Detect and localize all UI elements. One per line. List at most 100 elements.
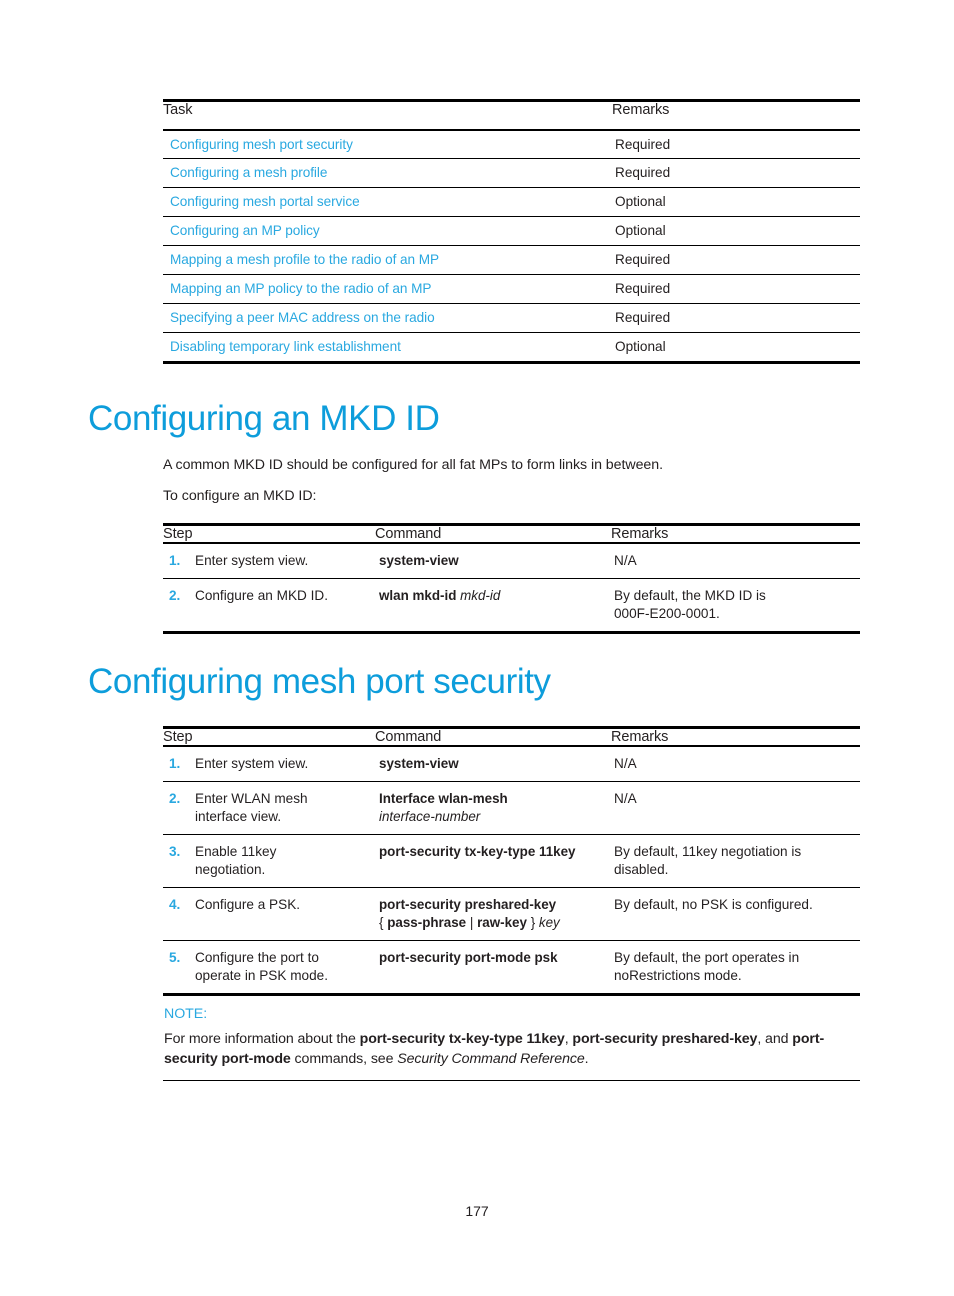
remarks-cell: By default, 11key negotiation is disable… bbox=[611, 835, 860, 888]
command-bold: Interface wlan-mesh bbox=[379, 791, 508, 807]
remarks-line: By default, the port operates in bbox=[614, 950, 800, 966]
paragraph-mkd-intro: A common MKD ID should be configured for… bbox=[163, 457, 663, 473]
command-parameter: mkd-id bbox=[460, 588, 501, 604]
task-link[interactable]: Configuring an MP policy bbox=[163, 217, 612, 246]
note-text-segment: , and bbox=[757, 1031, 793, 1047]
command-bold: wlan mkd-id bbox=[379, 588, 457, 604]
step-description: 3. Enable 11key negotiation. bbox=[163, 835, 375, 888]
command-cell: wlan mkd-id mkd-id bbox=[375, 579, 611, 633]
remarks-line: disabled. bbox=[614, 862, 669, 878]
note-text-segment: commands, see bbox=[290, 1051, 398, 1068]
table-row: Disabling temporary link establishment O… bbox=[163, 333, 860, 363]
step-number: 4. bbox=[169, 897, 181, 913]
column-header-step: Step bbox=[163, 729, 193, 745]
step-line: operate in PSK mode. bbox=[195, 968, 328, 984]
command-bold: port-security tx-key-type 11key bbox=[379, 844, 576, 860]
task-link[interactable]: Configuring mesh port security bbox=[163, 130, 612, 159]
step-number: 3. bbox=[169, 844, 181, 860]
note-command-2: port-security preshared-key bbox=[572, 1031, 758, 1047]
table-row: 2. Configure an MKD ID. wlan mkd-id mkd-i… bbox=[163, 579, 860, 633]
table-row: Configuring an MP policy Optional bbox=[163, 217, 860, 246]
task-link[interactable]: Configuring mesh portal service bbox=[163, 188, 612, 217]
remarks-cell: N/A bbox=[614, 791, 637, 807]
note-text-segment: . bbox=[584, 1051, 589, 1068]
step-text: Configure a PSK. bbox=[195, 897, 301, 913]
task-remarks: Required bbox=[615, 310, 671, 326]
table-header-row: Step Command Remarks bbox=[163, 524, 860, 543]
command-cell: port-security port-mode psk bbox=[375, 941, 611, 995]
step-text: Configure an MKD ID. bbox=[195, 588, 328, 604]
command-brace-open: { bbox=[379, 915, 384, 931]
step-number: 1. bbox=[169, 553, 181, 568]
table-row: 5. Configure the port to operate in PSK mo… bbox=[163, 941, 860, 995]
step-text: Enable 11key negotiation. bbox=[195, 843, 363, 879]
remarks-line: By default, 11key negotiation is bbox=[614, 844, 802, 860]
page-number: 177 bbox=[465, 1203, 489, 1219]
command-cell: port-security preshared-key { pass-phras… bbox=[375, 888, 611, 941]
table-row: Configuring mesh port security Required bbox=[163, 130, 860, 159]
task-remarks: Optional bbox=[615, 223, 666, 239]
column-header-remarks: Remarks bbox=[612, 102, 670, 118]
task-link[interactable]: Mapping an MP policy to the radio of an … bbox=[163, 275, 612, 304]
note-label: NOTE: bbox=[164, 1006, 208, 1022]
step-description: 1. Enter system view. bbox=[163, 746, 375, 782]
task-remarks: Required bbox=[615, 252, 671, 268]
command-cell: system-view bbox=[375, 746, 611, 782]
note-command-1: port-security tx-key-type 11key bbox=[359, 1031, 565, 1047]
table-row: Configuring a mesh profile Required bbox=[163, 159, 860, 188]
step-description: 2. Configure an MKD ID. bbox=[163, 579, 375, 633]
task-link[interactable]: Specifying a peer MAC address on the rad… bbox=[163, 304, 612, 333]
task-overview-table: Task Remarks Configuring mesh port secur… bbox=[163, 99, 860, 364]
step-line: Enable 11key bbox=[195, 844, 277, 860]
remarks-cell: By default, the MKD ID is 000F-E200-0001… bbox=[611, 579, 860, 633]
command-parameter: interface-number bbox=[379, 809, 481, 825]
step-number: 1. bbox=[169, 756, 181, 771]
command-bold: system-view bbox=[379, 756, 459, 771]
mesh-port-security-steps-table: Step Command Remarks 1. Enter system view… bbox=[163, 726, 860, 996]
section-heading-mesh-port-security: Configuring mesh port security bbox=[88, 662, 551, 701]
task-remarks: Required bbox=[615, 165, 671, 181]
note-callout: NOTE: For more information about the por… bbox=[163, 995, 860, 1082]
table-row: Specifying a peer MAC address on the rad… bbox=[163, 304, 860, 333]
remarks-line: noRestrictions mode. bbox=[614, 968, 742, 984]
table-row: 3. Enable 11key negotiation. port-security… bbox=[163, 835, 860, 888]
command-bold: port-security port-mode psk bbox=[379, 950, 558, 966]
document-page: Task Remarks Configuring mesh port secur… bbox=[0, 0, 954, 1296]
step-line: interface view. bbox=[195, 809, 282, 825]
command-bold: pass-phrase bbox=[387, 915, 467, 931]
command-pipe: | bbox=[469, 915, 474, 931]
step-description: 4. Configure a PSK. bbox=[163, 888, 375, 941]
command-bold: port-security preshared-key bbox=[379, 897, 557, 913]
step-number: 5. bbox=[169, 950, 181, 966]
command-cell: Interface wlan-mesh interface-number bbox=[375, 782, 611, 835]
note-text-segment: For more information about the bbox=[164, 1031, 360, 1047]
remarks-cell: N/A bbox=[614, 756, 637, 771]
remarks-line: By default, the MKD ID is bbox=[614, 588, 766, 604]
step-line: negotiation. bbox=[195, 862, 266, 878]
column-header-remarks: Remarks bbox=[611, 729, 669, 745]
command-bold: raw-key bbox=[477, 915, 527, 931]
column-header-step: Step bbox=[163, 526, 193, 542]
step-description: 2. Enter WLAN mesh interface view. bbox=[163, 782, 375, 835]
task-link[interactable]: Disabling temporary link establishment bbox=[163, 333, 612, 363]
table-row: Mapping a mesh profile to the radio of a… bbox=[163, 246, 860, 275]
column-header-remarks: Remarks bbox=[611, 526, 669, 542]
task-remarks: Required bbox=[615, 281, 671, 297]
table-row: 2. Enter WLAN mesh interface view. Interfa… bbox=[163, 782, 860, 835]
step-number: 2. bbox=[169, 588, 181, 604]
remarks-cell: By default, the port operates in noRestr… bbox=[611, 941, 860, 995]
command-cell: system-view bbox=[375, 543, 611, 579]
table-row: 1. Enter system view. system-view N/A bbox=[163, 746, 860, 782]
note-text: For more information about the port-secu… bbox=[163, 1022, 860, 1080]
step-line: Configure the port to bbox=[195, 950, 319, 966]
note-reference-title: Security Command Reference bbox=[397, 1051, 585, 1068]
task-link[interactable]: Mapping a mesh profile to the radio of a… bbox=[163, 246, 612, 275]
task-link[interactable]: Configuring a mesh profile bbox=[163, 159, 612, 188]
table-header-row: Task Remarks bbox=[163, 100, 860, 130]
table-row: Configuring mesh portal service Optional bbox=[163, 188, 860, 217]
remarks-cell: N/A bbox=[614, 553, 637, 568]
remarks-cell: By default, no PSK is configured. bbox=[614, 897, 813, 913]
command-brace-close: } bbox=[530, 915, 536, 931]
task-remarks: Optional bbox=[615, 194, 666, 210]
task-remarks: Optional bbox=[615, 339, 666, 355]
